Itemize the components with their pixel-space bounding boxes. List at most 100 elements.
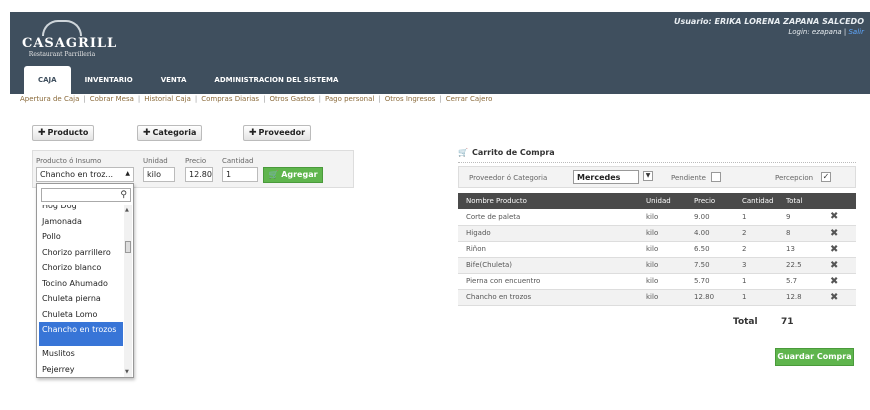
cell-unidad: kilo: [638, 257, 686, 274]
guardar-compra-button[interactable]: Guardar Compra: [775, 348, 854, 366]
delete-icon[interactable]: ✖: [822, 241, 856, 258]
proveedor-bar: Proveedor ó Categoria Mercedes ▼ Pendien…: [458, 166, 856, 188]
plus-icon: ✚: [38, 128, 46, 138]
dropdown-item-selected[interactable]: Chancho en trozos: [39, 322, 123, 346]
unidad-input[interactable]: kilo: [143, 167, 175, 182]
tab-inventario[interactable]: INVENTARIO: [71, 66, 147, 94]
user-label: Usuario: ERIKA LORENA ZAPANA SALCEDO: [673, 17, 864, 26]
cell-cantidad: 2: [734, 225, 778, 242]
col-cantidad: Cantidad: [734, 193, 778, 209]
search-icon: ⚲: [120, 190, 127, 200]
cantidad-input[interactable]: 1: [222, 167, 258, 182]
agregar-button[interactable]: 🛒 Agregar: [263, 167, 323, 183]
cell-nombre: Chancho en trozos: [458, 289, 638, 306]
total-value: 71: [781, 317, 794, 327]
cell-cantidad: 2: [734, 241, 778, 258]
cell-total: 12.8: [778, 289, 822, 306]
pendiente-checkbox[interactable]: [711, 172, 721, 182]
cell-cantidad: 3: [734, 257, 778, 274]
cell-precio: 5.70: [686, 273, 734, 290]
scroll-up-icon[interactable]: ▲: [125, 207, 129, 213]
table-row: Riñon kilo 6.50 2 13 ✖: [458, 241, 856, 258]
dropdown-item[interactable]: Hog Dog: [39, 205, 123, 214]
dropdown-item[interactable]: Chuleta pierna: [39, 291, 123, 307]
add-producto-button[interactable]: ✚ Producto: [32, 125, 95, 141]
dropdown-item[interactable]: Chorizo blanco: [39, 260, 123, 276]
delete-icon[interactable]: ✖: [822, 273, 856, 290]
table-header: Nombre Producto Unidad Precio Cantidad T…: [458, 193, 856, 209]
col-precio: Precio: [686, 193, 734, 209]
cart-title-text: Carrito de Compra: [471, 148, 555, 157]
cart-icon: 🛒: [268, 170, 282, 179]
add-categoria-button[interactable]: ✚ Categoria: [137, 125, 203, 141]
dropdown-item[interactable]: Jamonada: [39, 214, 123, 230]
table-row: Bife(Chuleta) kilo 7.50 3 22.5 ✖: [458, 257, 856, 274]
pendiente-label: Pendiente: [671, 174, 706, 182]
dropdown-item[interactable]: Muslitos: [39, 346, 123, 362]
col-delete: [822, 193, 856, 209]
dropdown-search-input[interactable]: ⚲: [41, 188, 131, 202]
subnav-cerrar-cajero[interactable]: Cerrar Cajero: [446, 95, 493, 103]
table-row: Higado kilo 4.00 2 8 ✖: [458, 225, 856, 242]
subnav-compras-diarias[interactable]: Compras Diarias: [201, 95, 259, 103]
dropdown-item[interactable]: Pollo: [39, 229, 123, 245]
proveedor-select[interactable]: Mercedes: [573, 170, 639, 184]
brand-logo[interactable]: CASAGRILL Restaurant Parrilleria: [22, 20, 118, 70]
subnav-apertura-caja[interactable]: Apertura de Caja: [20, 95, 79, 103]
subnav-otros-gastos[interactable]: Otros Gastos: [269, 95, 314, 103]
subnav-otros-ingresos[interactable]: Otros Ingresos: [385, 95, 436, 103]
proveedor-select-value: Mercedes: [577, 173, 621, 182]
subnav-separator: |: [378, 95, 381, 103]
cart-title: 🛒 Carrito de Compra: [458, 148, 555, 157]
dropdown-item[interactable]: Chorizo parrillero: [39, 245, 123, 261]
percepcion-checkbox[interactable]: ✓: [821, 172, 831, 182]
dropdown-item[interactable]: Pejerrey: [39, 362, 123, 378]
cell-nombre: Higado: [458, 225, 638, 242]
cart-table: Nombre Producto Unidad Precio Cantidad T…: [458, 193, 856, 306]
delete-icon[interactable]: ✖: [822, 209, 856, 226]
subnav-historial-caja[interactable]: Historial Caja: [144, 95, 191, 103]
dropdown-item[interactable]: Chuleta Lomo: [39, 307, 123, 323]
tab-venta[interactable]: VENTA: [147, 66, 201, 94]
dropdown-scrollbar[interactable]: ▲ ▼: [124, 205, 132, 377]
user-info: Usuario: ERIKA LORENA ZAPANA SALCEDO Log…: [674, 17, 864, 36]
producto-select-value: Chancho en troz...: [40, 170, 114, 179]
subnav-separator: |: [137, 95, 141, 103]
col-nombre: Nombre Producto: [458, 193, 638, 209]
scroll-down-icon[interactable]: ▼: [125, 369, 129, 375]
subnav-cobrar-mesa[interactable]: Cobrar Mesa: [90, 95, 134, 103]
login-line: Login: ezapana | Salir: [674, 28, 864, 36]
tab-caja[interactable]: CAJA: [24, 66, 71, 94]
house-logo-icon: [42, 20, 82, 36]
col-total: Total: [778, 193, 822, 209]
table-row: Chancho en trozos kilo 12.80 1 12.8 ✖: [458, 289, 856, 306]
chevron-down-icon[interactable]: ▼: [643, 171, 653, 181]
scrollbar-thumb[interactable]: [125, 241, 131, 253]
cell-total: 9: [778, 209, 822, 226]
logout-link[interactable]: Salir: [848, 28, 864, 36]
tab-administracion[interactable]: ADMINISTRACION DEL SISTEMA: [200, 66, 352, 94]
table-row: Pierna con encuentro kilo 5.70 1 5.7 ✖: [458, 273, 856, 290]
divider: [458, 162, 856, 163]
producto-select[interactable]: Chancho en troz... ▲: [36, 167, 134, 182]
cell-nombre: Bife(Chuleta): [458, 257, 638, 274]
delete-icon[interactable]: ✖: [822, 257, 856, 274]
add-categoria-label: Categoria: [152, 128, 197, 137]
cell-nombre: Corte de paleta: [458, 209, 638, 226]
cantidad-label: Cantidad: [222, 157, 254, 165]
delete-icon[interactable]: ✖: [822, 225, 856, 242]
cell-nombre: Pierna con encuentro: [458, 273, 638, 290]
cell-precio: 4.00: [686, 225, 734, 242]
dropdown-item[interactable]: Tocino Ahumado: [39, 276, 123, 292]
brand-name: CASAGRILL: [22, 36, 118, 51]
delete-icon[interactable]: ✖: [822, 289, 856, 306]
cell-unidad: kilo: [638, 289, 686, 306]
table-row: Corte de paleta kilo 9.00 1 9 ✖: [458, 209, 856, 226]
add-proveedor-button[interactable]: ✚ Proveedor: [243, 125, 312, 141]
precio-input[interactable]: 12.80: [185, 167, 213, 182]
subnav-pago-personal[interactable]: Pago personal: [325, 95, 374, 103]
app-header: CASAGRILL Restaurant Parrilleria Usuario…: [10, 12, 870, 94]
subnav-separator: |: [263, 95, 266, 103]
dropdown-list: Hog Dog Jamonada Pollo Chorizo parriller…: [39, 205, 123, 377]
cell-total: 13: [778, 241, 822, 258]
